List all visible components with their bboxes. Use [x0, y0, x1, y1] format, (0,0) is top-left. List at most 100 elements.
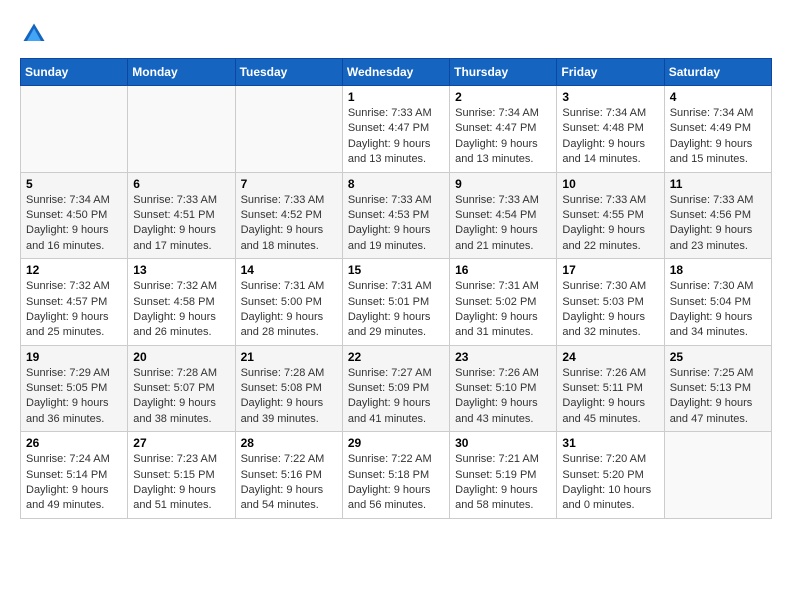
calendar-cell: 4 Sunrise: 7:34 AMSunset: 4:49 PMDaylight… — [664, 86, 771, 173]
day-number: 23 — [455, 350, 551, 364]
calendar-cell: 5 Sunrise: 7:34 AMSunset: 4:50 PMDaylight… — [21, 172, 128, 259]
week-row-4: 19 Sunrise: 7:29 AMSunset: 5:05 PMDayligh… — [21, 345, 772, 432]
weekday-header-thursday: Thursday — [450, 59, 557, 86]
day-info: Sunrise: 7:26 AMSunset: 5:10 PMDaylight:… — [455, 366, 551, 428]
day-number: 21 — [241, 350, 337, 364]
weekday-header-friday: Friday — [557, 59, 664, 86]
day-info: Sunrise: 7:33 AMSunset: 4:56 PMDaylight:… — [670, 193, 766, 255]
day-info: Sunrise: 7:34 AMSunset: 4:47 PMDaylight:… — [455, 106, 551, 168]
day-info: Sunrise: 7:20 AMSunset: 5:20 PMDaylight:… — [562, 452, 658, 514]
day-number: 6 — [133, 177, 229, 191]
day-info: Sunrise: 7:29 AMSunset: 5:05 PMDaylight:… — [26, 366, 122, 428]
calendar-cell: 1Sunrise: 7:33 AMSunset: 4:47 PMDaylight… — [342, 86, 449, 173]
day-number: 25 — [670, 350, 766, 364]
day-number: 7 — [241, 177, 337, 191]
calendar-cell: 15 Sunrise: 7:31 AMSunset: 5:01 PMDayligh… — [342, 259, 449, 346]
day-number: 11 — [670, 177, 766, 191]
calendar-cell: 7 Sunrise: 7:33 AMSunset: 4:52 PMDaylight… — [235, 172, 342, 259]
day-info: Sunrise: 7:33 AMSunset: 4:55 PMDaylight:… — [562, 193, 658, 255]
logo-icon — [20, 20, 48, 48]
calendar-cell: 22 Sunrise: 7:27 AMSunset: 5:09 PMDayligh… — [342, 345, 449, 432]
day-number: 24 — [562, 350, 658, 364]
week-row-3: 12 Sunrise: 7:32 AMSunset: 4:57 PMDayligh… — [21, 259, 772, 346]
logo — [20, 20, 52, 48]
calendar-cell: 16Sunrise: 7:31 AMSunset: 5:02 PMDayligh… — [450, 259, 557, 346]
day-info: Sunrise: 7:28 AMSunset: 5:07 PMDaylight:… — [133, 366, 229, 428]
day-number: 15 — [348, 263, 444, 277]
day-number: 26 — [26, 436, 122, 450]
weekday-header-monday: Monday — [128, 59, 235, 86]
day-number: 3 — [562, 90, 658, 104]
day-info: Sunrise: 7:33 AMSunset: 4:47 PMDaylight:… — [348, 106, 444, 168]
day-number: 22 — [348, 350, 444, 364]
calendar-cell: 12 Sunrise: 7:32 AMSunset: 4:57 PMDayligh… — [21, 259, 128, 346]
day-info: Sunrise: 7:22 AMSunset: 5:18 PMDaylight:… — [348, 452, 444, 514]
day-info: Sunrise: 7:30 AMSunset: 5:03 PMDaylight:… — [562, 279, 658, 341]
calendar-cell: 30 Sunrise: 7:21 AMSunset: 5:19 PMDayligh… — [450, 432, 557, 519]
calendar-cell: 13 Sunrise: 7:32 AMSunset: 4:58 PMDayligh… — [128, 259, 235, 346]
calendar-cell: 19 Sunrise: 7:29 AMSunset: 5:05 PMDayligh… — [21, 345, 128, 432]
day-number: 19 — [26, 350, 122, 364]
day-number: 14 — [241, 263, 337, 277]
day-info: Sunrise: 7:33 AMSunset: 4:52 PMDaylight:… — [241, 193, 337, 255]
day-number: 4 — [670, 90, 766, 104]
day-number: 28 — [241, 436, 337, 450]
calendar-cell — [128, 86, 235, 173]
day-info: Sunrise: 7:23 AMSunset: 5:15 PMDaylight:… — [133, 452, 229, 514]
day-info: Sunrise: 7:31 AMSunset: 5:01 PMDaylight:… — [348, 279, 444, 341]
day-info: Sunrise: 7:26 AMSunset: 5:11 PMDaylight:… — [562, 366, 658, 428]
day-number: 20 — [133, 350, 229, 364]
day-info: Sunrise: 7:34 AMSunset: 4:50 PMDaylight:… — [26, 193, 122, 255]
calendar-cell: 25 Sunrise: 7:25 AMSunset: 5:13 PMDayligh… — [664, 345, 771, 432]
day-number: 5 — [26, 177, 122, 191]
day-info: Sunrise: 7:27 AMSunset: 5:09 PMDaylight:… — [348, 366, 444, 428]
day-number: 31 — [562, 436, 658, 450]
weekday-header-wednesday: Wednesday — [342, 59, 449, 86]
calendar-cell: 29 Sunrise: 7:22 AMSunset: 5:18 PMDayligh… — [342, 432, 449, 519]
calendar-table: SundayMondayTuesdayWednesdayThursdayFrid… — [20, 58, 772, 519]
calendar-cell: 20 Sunrise: 7:28 AMSunset: 5:07 PMDayligh… — [128, 345, 235, 432]
day-number: 30 — [455, 436, 551, 450]
day-info: Sunrise: 7:22 AMSunset: 5:16 PMDaylight:… — [241, 452, 337, 514]
day-info: Sunrise: 7:33 AMSunset: 4:51 PMDaylight:… — [133, 193, 229, 255]
day-info: Sunrise: 7:34 AMSunset: 4:48 PMDaylight:… — [562, 106, 658, 168]
day-info: Sunrise: 7:25 AMSunset: 5:13 PMDaylight:… — [670, 366, 766, 428]
day-info: Sunrise: 7:31 AMSunset: 5:00 PMDaylight:… — [241, 279, 337, 341]
day-info: Sunrise: 7:30 AMSunset: 5:04 PMDaylight:… — [670, 279, 766, 341]
day-info: Sunrise: 7:32 AMSunset: 4:58 PMDaylight:… — [133, 279, 229, 341]
calendar-cell — [21, 86, 128, 173]
day-number: 13 — [133, 263, 229, 277]
weekday-header-sunday: Sunday — [21, 59, 128, 86]
day-number: 17 — [562, 263, 658, 277]
calendar-cell: 6 Sunrise: 7:33 AMSunset: 4:51 PMDaylight… — [128, 172, 235, 259]
day-number: 27 — [133, 436, 229, 450]
calendar-cell: 27 Sunrise: 7:23 AMSunset: 5:15 PMDayligh… — [128, 432, 235, 519]
day-info: Sunrise: 7:31 AMSunset: 5:02 PMDaylight:… — [455, 279, 551, 341]
calendar-cell: 10 Sunrise: 7:33 AMSunset: 4:55 PMDayligh… — [557, 172, 664, 259]
calendar-cell: 2 Sunrise: 7:34 AMSunset: 4:47 PMDaylight… — [450, 86, 557, 173]
calendar-cell: 26 Sunrise: 7:24 AMSunset: 5:14 PMDayligh… — [21, 432, 128, 519]
calendar-cell: 28 Sunrise: 7:22 AMSunset: 5:16 PMDayligh… — [235, 432, 342, 519]
calendar-cell: 18 Sunrise: 7:30 AMSunset: 5:04 PMDayligh… — [664, 259, 771, 346]
calendar-cell: 17 Sunrise: 7:30 AMSunset: 5:03 PMDayligh… — [557, 259, 664, 346]
weekday-header-row: SundayMondayTuesdayWednesdayThursdayFrid… — [21, 59, 772, 86]
day-number: 10 — [562, 177, 658, 191]
calendar-cell: 31 Sunrise: 7:20 AMSunset: 5:20 PMDayligh… — [557, 432, 664, 519]
calendar-cell: 14 Sunrise: 7:31 AMSunset: 5:00 PMDayligh… — [235, 259, 342, 346]
day-number: 12 — [26, 263, 122, 277]
day-info: Sunrise: 7:21 AMSunset: 5:19 PMDaylight:… — [455, 452, 551, 514]
day-number: 29 — [348, 436, 444, 450]
day-number: 2 — [455, 90, 551, 104]
calendar-cell: 24 Sunrise: 7:26 AMSunset: 5:11 PMDayligh… — [557, 345, 664, 432]
day-info: Sunrise: 7:34 AMSunset: 4:49 PMDaylight:… — [670, 106, 766, 168]
day-number: 18 — [670, 263, 766, 277]
weekday-header-tuesday: Tuesday — [235, 59, 342, 86]
day-info: Sunrise: 7:28 AMSunset: 5:08 PMDaylight:… — [241, 366, 337, 428]
day-info: Sunrise: 7:33 AMSunset: 4:54 PMDaylight:… — [455, 193, 551, 255]
day-info: Sunrise: 7:24 AMSunset: 5:14 PMDaylight:… — [26, 452, 122, 514]
calendar-cell: 9 Sunrise: 7:33 AMSunset: 4:54 PMDaylight… — [450, 172, 557, 259]
day-number: 9 — [455, 177, 551, 191]
day-info: Sunrise: 7:32 AMSunset: 4:57 PMDaylight:… — [26, 279, 122, 341]
calendar-cell: 8Sunrise: 7:33 AMSunset: 4:53 PMDaylight… — [342, 172, 449, 259]
calendar-cell: 11 Sunrise: 7:33 AMSunset: 4:56 PMDayligh… — [664, 172, 771, 259]
